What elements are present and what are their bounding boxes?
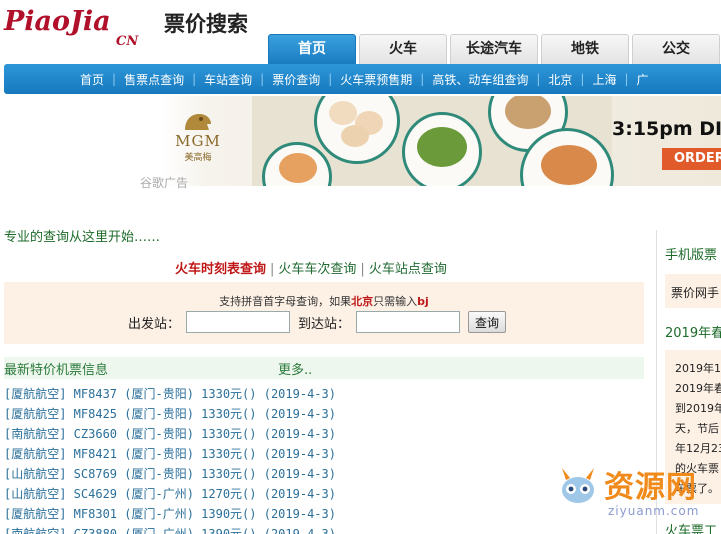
- mascot-icon: [562, 468, 594, 503]
- list-item[interactable]: [厦航航空] MF8421 (厦门-贵阳) 1330元() (2019-4-3): [4, 444, 364, 464]
- logo-wordmark: PiaoJia: [4, 6, 111, 37]
- site-logo[interactable]: PiaoJia CN 票价搜索: [4, 4, 264, 56]
- search-hint: 支持拼音首字母查询，如果北京只需输入bj: [219, 295, 429, 308]
- logo-cn: CN: [116, 34, 139, 49]
- intro-text: 专业的查询从这里开始……: [4, 230, 161, 245]
- search-button[interactable]: 查询: [468, 311, 507, 333]
- list-item[interactable]: [厦航航空] MF8425 (厦门-贵阳) 1330元() (2019-4-3): [4, 404, 364, 424]
- from-label: 出发站：: [128, 316, 181, 332]
- deals-more-link[interactable]: 更多..: [278, 359, 312, 378]
- tab-bus[interactable]: 公交: [632, 34, 720, 64]
- ad-brand: MGM: [175, 132, 221, 150]
- ad-brand-cn: 美高梅: [184, 153, 212, 163]
- nav-item-guangzhou[interactable]: 广: [629, 71, 657, 88]
- mgm-logo: MGM 美高梅: [168, 110, 228, 170]
- lion-icon: [185, 114, 211, 130]
- list-item[interactable]: [厦航航空] MF8437 (厦门-贵阳) 1330元() (2019-4-3): [4, 384, 364, 404]
- nav-item-beijing[interactable]: 北京: [540, 71, 580, 88]
- nav-item-home[interactable]: 首页: [72, 71, 112, 88]
- watermark: 资源网 ziyuanm.com: [556, 462, 716, 526]
- nav-item-shanghai[interactable]: 上海: [584, 71, 624, 88]
- tab-coach[interactable]: 长途汽车: [450, 34, 538, 64]
- tab-train[interactable]: 火车: [359, 34, 447, 64]
- nav-item-fares[interactable]: 票价查询: [264, 71, 328, 88]
- news-line: 2019年春: [675, 382, 721, 395]
- ad-label: 谷歌广告: [140, 174, 189, 191]
- news-line: 年12月23: [675, 442, 721, 455]
- ad-headline: 3:15pm DIM: [612, 118, 721, 140]
- news-line: 到2019年: [675, 402, 721, 415]
- link-divider: |: [270, 262, 275, 277]
- watermark-text: 资源网: [604, 470, 697, 505]
- nav-item-presale[interactable]: 火车票预售期: [332, 71, 420, 88]
- top-tabs: 首页 火车 长途汽车 地铁 公交: [268, 34, 721, 64]
- query-links: 火车时刻表查询 | 火车车次查询 | 火车站点查询: [175, 258, 447, 277]
- mobile-text: 票价网手: [671, 286, 720, 300]
- deals-title: 最新特价机票信息: [4, 363, 109, 378]
- nav-item-high-speed[interactable]: 高铁、动车组查询: [424, 71, 536, 88]
- mobile-box: 票价网手: [665, 274, 721, 308]
- from-station-input[interactable]: [186, 311, 291, 333]
- deals-header: 最新特价机票信息 更多..: [4, 357, 644, 379]
- list-item[interactable]: [南航航空] CZ3880 (厦门-广州) 1390元() (2019-4-3): [4, 524, 364, 534]
- list-item[interactable]: [山航航空] SC4629 (厦门-广州) 1270元() (2019-4-3): [4, 484, 364, 504]
- link-timetable[interactable]: 火车时刻表查询: [175, 262, 266, 277]
- list-item[interactable]: [山航航空] SC8769 (厦门-贵阳) 1330元() (2019-4-3): [4, 464, 364, 484]
- ad-food-image: [252, 96, 614, 186]
- logo-tagline: 票价搜索: [164, 12, 248, 36]
- ad-banner[interactable]: MGM 美高梅 3:15pm DIM ORDER: [162, 96, 721, 186]
- news-line: 天，节后: [675, 422, 719, 435]
- tab-home[interactable]: 首页: [268, 34, 356, 64]
- nav-item-stations[interactable]: 车站查询: [196, 71, 260, 88]
- watermark-url: ziyuanm.com: [608, 504, 700, 518]
- link-station[interactable]: 火车站点查询: [369, 262, 447, 277]
- ad-order-button[interactable]: ORDER: [662, 148, 721, 170]
- nav-item-ticket-outlets[interactable]: 售票点查询: [116, 71, 192, 88]
- mobile-title[interactable]: 手机版票: [665, 244, 717, 263]
- link-train-number[interactable]: 火车车次查询: [278, 262, 356, 277]
- spring-festival-title[interactable]: 2019年春: [665, 322, 721, 341]
- list-item[interactable]: [厦航航空] MF8301 (厦门-广州) 1390元() (2019-4-3): [4, 504, 364, 524]
- search-form: 支持拼音首字母查询，如果北京只需输入bj 出发站： 到达站： 查询: [4, 282, 644, 344]
- to-label: 到达站：: [298, 316, 351, 332]
- to-station-input[interactable]: [356, 311, 461, 333]
- main-nav: 首页 | 售票点查询 | 车站查询 | 票价查询 | 火车票预售期 | 高铁、动车组查询 |…: [4, 64, 721, 94]
- link-divider: |: [360, 262, 365, 277]
- list-item[interactable]: [南航航空] CZ3660 (厦门-贵阳) 1330元() (2019-4-3): [4, 424, 364, 444]
- news-line: 2019年1月: [675, 362, 721, 375]
- tab-subway[interactable]: 地铁: [541, 34, 629, 64]
- deals-list: [厦航航空] MF8437 (厦门-贵阳) 1330元() (2019-4-3)…: [4, 384, 364, 534]
